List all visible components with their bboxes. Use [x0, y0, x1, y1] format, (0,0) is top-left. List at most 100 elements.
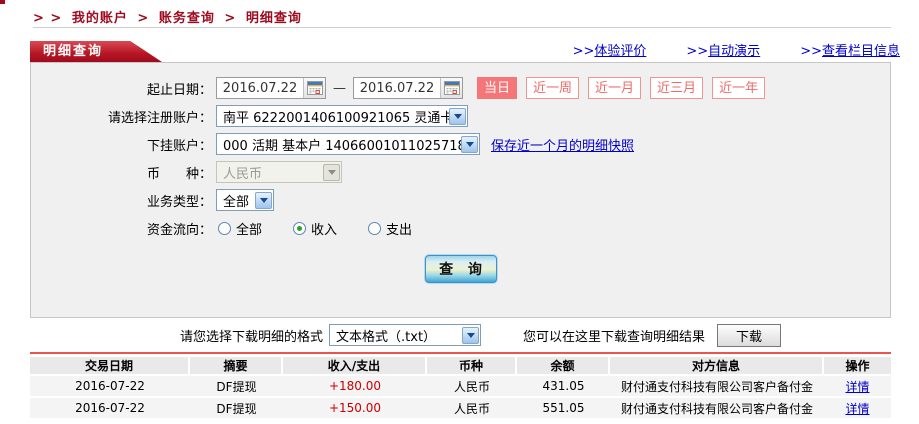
register-account-select[interactable]: 南平 6222001406100921065 灵通卡: [216, 105, 468, 127]
currency-select: 人民币: [216, 161, 342, 183]
cell-date: 2016-07-22: [75, 379, 145, 393]
col-header-action: 操作: [845, 359, 870, 373]
range-button-week[interactable]: 近一周: [526, 77, 580, 99]
cell-currency: 人民币: [453, 401, 490, 416]
date-dash: —: [333, 80, 346, 96]
radio-icon[interactable]: [218, 221, 231, 235]
link-column-info[interactable]: >>查看栏目信息: [800, 40, 900, 59]
col-header-amount: 收入/支出: [283, 357, 427, 374]
date-to-field[interactable]: 2016.07.22: [353, 77, 463, 99]
cell-amount: +150.00: [328, 401, 382, 415]
date-to-input[interactable]: 2016.07.22: [354, 81, 440, 96]
biztype-value: 全部: [223, 194, 250, 210]
currency-row: 币 种： 人民币: [31, 161, 890, 183]
biztype-select[interactable]: 全部: [216, 189, 274, 211]
col-header-balance: 余额: [517, 357, 610, 374]
flow-option-label: 支出: [386, 222, 413, 238]
top-links: >>体验评价 >>自动演示 >>查看栏目信息: [460, 40, 900, 59]
table-row: 2016-07-22 DF提现 +180.00 人民币 431.05 财付通支付…: [30, 376, 891, 396]
link-auto-demo[interactable]: >>自动演示: [686, 40, 760, 59]
detail-link[interactable]: 详情: [845, 400, 869, 417]
cell-date: 2016-07-22: [75, 401, 145, 415]
breadcrumb-separator: >: [224, 11, 237, 26]
tab-label: 明细查询: [43, 44, 104, 59]
flow-option-label: 收入: [311, 222, 338, 238]
currency-value: 人民币: [223, 166, 263, 182]
calendar-button[interactable]: [440, 78, 462, 98]
calendar-button[interactable]: [303, 78, 325, 98]
download-hint-label: 您可以在这里下载查询明细结果: [523, 329, 706, 345]
flow-row: 资金流向： 全部 收入 支出: [31, 217, 890, 239]
flow-option-expense[interactable]: 支出: [368, 219, 412, 238]
cell-summary: DF提现: [216, 379, 257, 394]
range-button-month[interactable]: 近一月: [588, 77, 642, 99]
radio-icon[interactable]: [368, 221, 382, 235]
flow-option-income[interactable]: 收入: [293, 219, 337, 238]
download-format-label: 请您选择下载明细的格式: [180, 329, 324, 345]
snapshot-link[interactable]: 保存近一个月的明细快照: [491, 135, 634, 154]
link-prefix: >>: [686, 44, 709, 59]
breadcrumb: > > 我的账户 > 账务查询 > 明细查询: [33, 7, 306, 26]
chevron-down-icon[interactable]: [462, 326, 480, 344]
link-label: 查看栏目信息: [821, 44, 900, 59]
breadcrumb-separator: >: [137, 11, 150, 26]
range-button-year[interactable]: 近一年: [712, 77, 766, 99]
transactions-table: 交易日期 摘要 收入/支出 币种 余额 对方信息 操作 2016-07-22 D…: [30, 357, 891, 418]
cell-balance: 551.05: [542, 401, 585, 415]
detail-link[interactable]: 详情: [845, 378, 869, 395]
range-button-today[interactable]: 当日: [477, 77, 518, 99]
col-header-counterparty: 对方信息: [610, 357, 824, 374]
download-format-value: 文本格式（.txt）: [336, 329, 437, 345]
sub-account-value: 000 活期 基本户 1406600101102571848: [223, 138, 461, 154]
download-format-select[interactable]: 文本格式（.txt）: [329, 324, 482, 346]
link-label: 自动演示: [708, 44, 761, 59]
link-experience-rating[interactable]: >>体验评价: [573, 40, 647, 59]
chevron-down-icon: [323, 163, 340, 181]
download-button[interactable]: 下载: [717, 323, 782, 347]
breadcrumb-item[interactable]: 我的账户: [72, 11, 128, 26]
chevron-down-icon[interactable]: [449, 107, 466, 125]
cell-currency: 人民币: [453, 379, 490, 394]
date-range-label: 起止日期：: [146, 82, 212, 98]
cell-counterparty: 财付通支付科技有限公司客户备付金: [620, 401, 813, 416]
radio-checked-icon[interactable]: [293, 221, 307, 235]
register-account-label: 请选择注册账户：: [107, 110, 212, 126]
range-button-quarter[interactable]: 近三月: [650, 77, 704, 99]
sub-account-row: 下挂账户： 000 活期 基本户 1406600101102571848 保存近…: [31, 133, 890, 155]
breadcrumb-divider: [33, 27, 891, 28]
cell-counterparty: 财付通支付科技有限公司客户备付金: [620, 379, 813, 394]
link-prefix: >>: [572, 44, 595, 59]
sub-account-label: 下挂账户：: [146, 138, 212, 154]
register-account-value: 南平 6222001406100921065 灵通卡: [223, 110, 449, 126]
currency-label: 币 种：: [146, 166, 212, 182]
sub-account-select[interactable]: 000 活期 基本户 1406600101102571848: [216, 133, 480, 155]
tab-detail-query[interactable]: 明细查询: [30, 41, 162, 62]
link-prefix: >>: [800, 44, 822, 59]
breadcrumb-prefix: > >: [33, 11, 63, 26]
download-row: 请您选择下载明细的格式 文本格式（.txt） 您可以在这里下载查询明细结果 下载: [30, 322, 891, 348]
table-header-row: 交易日期 摘要 收入/支出 币种 余额 对方信息 操作: [30, 357, 891, 374]
date-range-row: 起止日期： 2016.07.22 — 2016.07.22 当日 近一周 近一月…: [31, 77, 890, 99]
corner-mark: [0, 0, 5, 4]
link-label: 体验评价: [594, 44, 647, 59]
date-from-input[interactable]: 2016.07.22: [217, 81, 303, 96]
date-from-field[interactable]: 2016.07.22: [216, 77, 326, 99]
flow-option-all[interactable]: 全部: [218, 219, 262, 238]
flow-radio-group: 全部 收入 支出: [218, 219, 443, 238]
col-header-summary: 摘要: [190, 357, 283, 374]
col-header-date: 交易日期: [30, 357, 190, 374]
biztype-label: 业务类型：: [146, 194, 212, 210]
flow-option-label: 全部: [236, 222, 263, 238]
col-header-currency: 币种: [427, 357, 517, 374]
flow-label: 资金流向：: [146, 222, 212, 238]
query-button[interactable]: 查 询: [424, 255, 497, 283]
register-account-row: 请选择注册账户： 南平 6222001406100921065 灵通卡: [31, 105, 890, 127]
cell-summary: DF提现: [216, 401, 257, 416]
cell-balance: 431.05: [542, 379, 585, 393]
breadcrumb-item[interactable]: 账务查询: [159, 11, 215, 26]
calendar-icon: [443, 81, 460, 95]
chevron-down-icon[interactable]: [255, 191, 272, 209]
query-form: 起止日期： 2016.07.22 — 2016.07.22 当日 近一周 近一月…: [30, 62, 891, 318]
breadcrumb-item[interactable]: 明细查询: [246, 11, 302, 26]
chevron-down-icon[interactable]: [461, 135, 478, 153]
